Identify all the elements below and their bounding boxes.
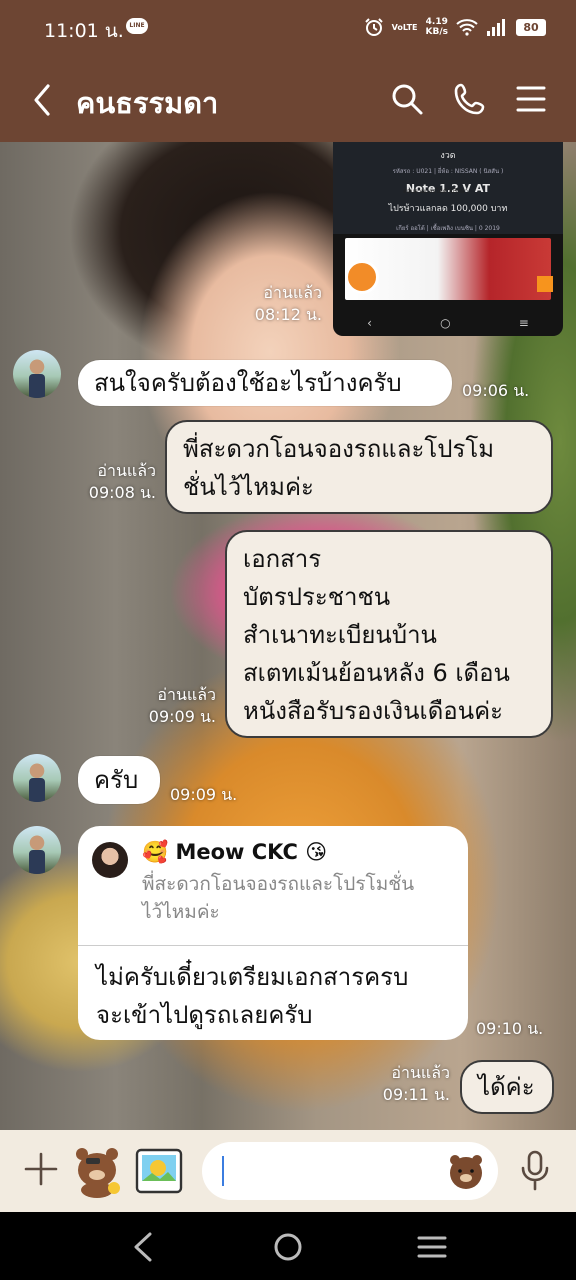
message-time: 09:10 น.	[476, 1019, 544, 1038]
message-input-bar	[0, 1130, 576, 1212]
nav-back-icon[interactable]	[128, 1230, 162, 1264]
signal-icon	[487, 19, 505, 36]
screenshot-nav-bar: ‹ ○ ≡	[333, 310, 563, 336]
message-bubble-outgoing[interactable]: ได้ค่ะ	[460, 1060, 554, 1114]
text-cursor	[222, 1156, 224, 1186]
screenshot-back-icon: ‹	[367, 316, 372, 330]
brown-bear-sticker-icon[interactable]	[70, 1144, 124, 1198]
contact-avatar[interactable]	[13, 826, 61, 874]
screenshot-heading: งวด	[440, 151, 456, 161]
read-receipt: อ่านแล้ว 09:11 น.	[368, 1062, 450, 1106]
message-time: 09:08 น.	[88, 483, 156, 502]
back-arrow-icon[interactable]	[28, 80, 58, 120]
screenshot-home-icon: ○	[440, 316, 451, 330]
message-bubble-incoming[interactable]: ครับ	[78, 756, 160, 804]
message-line: บัตรประชาชน	[243, 583, 391, 611]
message-line: ชั่นไว้ไหมค่ะ	[183, 473, 314, 501]
quoted-sender-name: 🥰 Meow CKC 😘	[142, 840, 328, 864]
screenshot-price: ไปรษ้าวแลกลด 100,000 บาท	[388, 204, 508, 214]
message-line: จะเข้าไปดูรถเลยครับ	[96, 1001, 313, 1029]
read-receipt: อ่านแล้ว 09:08 น.	[74, 460, 156, 504]
chat-area[interactable]: งวด รหัสรถ : U021 | ยี่ห้อ : NISSAN ( นิ…	[0, 142, 576, 1130]
status-time: 11:01 น.	[44, 20, 124, 42]
message-time: 08:12 น.	[254, 305, 322, 324]
message-time: 09:09 น.	[148, 707, 216, 726]
microphone-icon[interactable]	[518, 1150, 552, 1192]
message-text: ได้ค่ะ	[478, 1073, 535, 1101]
speed-value: 4.19	[425, 17, 448, 27]
status-bar: 11:01 น. LINE VoLTE 4.19 KB/s 80	[0, 0, 576, 56]
search-icon[interactable]	[390, 82, 424, 116]
screenshot-scroll-up-icon	[537, 276, 553, 292]
quoted-line: พี่สะดวกโอนจองรถและโปรโมชั่น	[142, 873, 415, 895]
read-label: อ่านแล้ว	[263, 283, 322, 302]
quoted-line: ไว้ไหมค่ะ	[142, 901, 220, 923]
message-time: 09:11 น.	[382, 1085, 450, 1104]
network-speed: 4.19 KB/s	[426, 17, 448, 37]
contact-avatar[interactable]	[13, 350, 61, 398]
read-receipt: อ่านแล้ว 08:12 น.	[240, 282, 322, 326]
screenshot-banner-text: สอบถามและให้คำปรึกษา	[403, 188, 469, 195]
message-bubble-outgoing[interactable]: เอกสาร บัตรประชาชน สำเนาทะเบียนบ้าน สเตท…	[225, 530, 553, 738]
quoted-message[interactable]: 🥰 Meow CKC 😘 พี่สะดวกโอนจองรถและโปรโมชั่…	[78, 826, 468, 946]
message-time: 09:06 น.	[462, 381, 530, 400]
read-receipt: อ่านแล้ว 09:09 น.	[134, 684, 216, 728]
photo-sticker-icon[interactable]	[134, 1146, 186, 1198]
alarm-icon	[364, 18, 383, 36]
system-navigation-bar	[0, 1212, 576, 1280]
reply-text: ไม่ครับเดี๋ยวเตรียมเอกสารครบ จะเข้าไปดูร…	[96, 958, 456, 1034]
message-bubble-incoming[interactable]: สนใจครับต้องใช้อะไรบ้างครับ	[78, 360, 452, 406]
quoted-text: พี่สะดวกโอนจองรถและโปรโมชั่น ไว้ไหมค่ะ	[142, 870, 452, 926]
message-line: ไม่ครับเดี๋ยวเตรียมเอกสารครบ	[96, 963, 409, 991]
message-line: พี่สะดวกโอนจองรถและโปรโม	[183, 435, 495, 463]
message-line: สเตทเม้นย้อนหลัง 6 เดือน	[243, 659, 510, 687]
line-notification-icon: LINE	[126, 18, 148, 34]
screenshot-chat-bubble-icon	[345, 260, 379, 294]
speed-unit: KB/s	[425, 27, 448, 37]
nav-home-icon[interactable]	[271, 1230, 305, 1264]
read-label: อ่านแล้ว	[157, 685, 216, 704]
shared-screenshot-image[interactable]: งวด รหัสรถ : U021 | ยี่ห้อ : NISSAN ( นิ…	[333, 142, 563, 336]
read-label: อ่านแล้ว	[391, 1063, 450, 1082]
message-line: หนังสือรับรองเงินเดือนค่ะ	[243, 697, 504, 725]
wifi-icon	[456, 19, 478, 36]
sticker-emoji-icon[interactable]	[446, 1151, 486, 1191]
nav-recents-icon[interactable]	[415, 1230, 449, 1264]
message-time: 09:09 น.	[170, 785, 238, 804]
quoted-avatar	[92, 842, 128, 878]
status-icons: VoLTE 4.19 KB/s 80	[364, 14, 546, 40]
screenshot-sub: รหัสรถ : U021 | ยี่ห้อ : NISSAN ( นิสสัน…	[392, 168, 504, 175]
screenshot-meta: เกียร์ ออโต้ | เชื้อเพลิง เบนซิน | 0 201…	[396, 225, 500, 232]
menu-icon[interactable]	[514, 82, 548, 116]
plus-icon[interactable]	[24, 1152, 58, 1186]
phone-call-icon[interactable]	[453, 82, 487, 116]
chat-title: คนธรรมดา	[76, 86, 219, 120]
message-text: ครับ	[94, 766, 139, 794]
message-line: สำเนาทะเบียนบ้าน	[243, 621, 437, 649]
volte-icon: VoLTE	[391, 22, 418, 32]
chat-header: คนธรรมดา	[0, 56, 576, 142]
screenshot-menu-icon: ≡	[518, 316, 529, 330]
message-bubble-reply[interactable]: 🥰 Meow CKC 😘 พี่สะดวกโอนจองรถและโปรโมชั่…	[78, 826, 468, 1040]
read-label: อ่านแล้ว	[97, 461, 156, 480]
battery-icon: 80	[516, 18, 546, 36]
message-bubble-outgoing[interactable]: พี่สะดวกโอนจองรถและโปรโม ชั่นไว้ไหมค่ะ	[165, 420, 553, 514]
message-line: เอกสาร	[243, 545, 322, 573]
contact-avatar[interactable]	[13, 754, 61, 802]
message-text: สนใจครับต้องใช้อะไรบ้างครับ	[94, 369, 402, 397]
